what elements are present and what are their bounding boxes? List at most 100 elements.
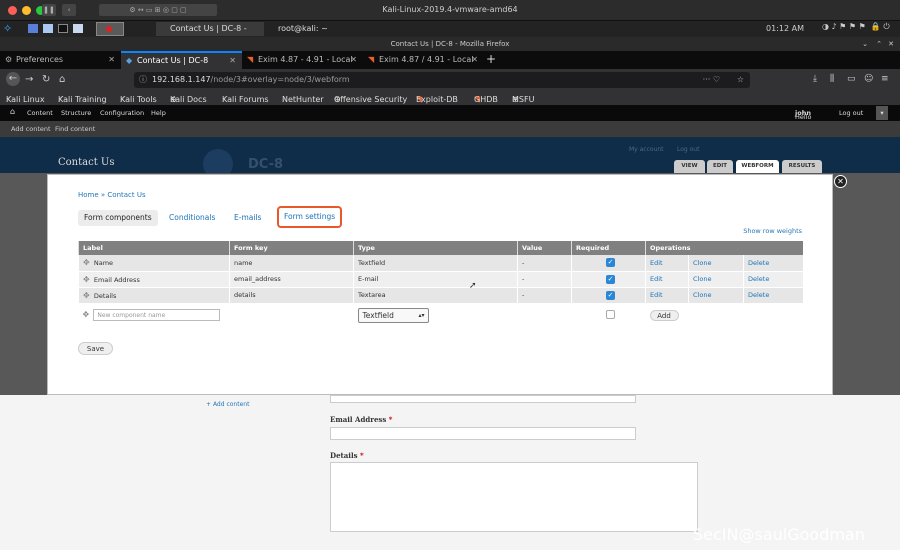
vm-title: Kali-Linux-2019.4-vmware-amd64 <box>382 5 518 14</box>
value-cell: - <box>517 287 572 304</box>
required-checkbox[interactable]: ✓ <box>606 274 615 284</box>
tab-exim-1[interactable]: ◥ Exim 4.87 - 4.91 - Local ✕ <box>242 51 363 69</box>
new-type-cell: Textfield ▴▾ <box>353 303 518 328</box>
new-component-name-input[interactable]: New component name <box>93 309 221 321</box>
required-checkbox[interactable]: ✓ <box>606 258 615 268</box>
email-address-input[interactable] <box>330 427 636 440</box>
toolbar-logout[interactable]: Log out <box>839 109 863 117</box>
col-label: Label <box>78 241 230 255</box>
tab-form-settings[interactable]: Form settings <box>277 206 343 228</box>
toolbar-greeting: Hello john <box>795 109 812 121</box>
url-field[interactable]: ⓘ 192.168.1.147/node/3#overlay=node/3/web… <box>134 72 750 88</box>
drag-handle-icon[interactable]: ✥ <box>83 310 90 319</box>
gear-icon: ⚙ <box>5 55 13 64</box>
site-page-title: Contact Us <box>58 157 115 168</box>
close-tab-icon[interactable]: ✕ <box>471 51 478 69</box>
details-label: Details * <box>330 451 364 460</box>
show-row-weights-link[interactable]: Show row weights <box>743 227 802 235</box>
clock[interactable]: 01:12 AM <box>766 24 804 33</box>
component-type-select[interactable]: Textfield ▴▾ <box>357 307 429 323</box>
terminal-icon[interactable] <box>58 24 68 33</box>
toolbar-content[interactable]: Content <box>27 109 53 117</box>
shortcut-add-content[interactable]: Add content <box>11 125 51 133</box>
toolbar-structure[interactable]: Structure <box>61 109 91 117</box>
close-icon[interactable]: ✕ <box>888 37 894 51</box>
tab-contact-us[interactable]: ◆ Contact Us | DC-8 ✕ <box>121 51 242 69</box>
edit-link[interactable]: Edit <box>645 287 689 304</box>
edit-link[interactable]: Edit <box>645 271 689 288</box>
clone-link[interactable]: Clone <box>688 271 744 288</box>
close-tab-icon[interactable]: ✕ <box>350 51 357 69</box>
forward-button[interactable]: → <box>25 74 33 85</box>
drag-handle-icon[interactable]: ✥ <box>83 291 90 300</box>
new-value-cell <box>517 303 572 328</box>
tab-results[interactable]: RESULTS <box>782 160 822 173</box>
tab-preferences[interactable]: ⚙ Preferences ✕ <box>0 51 121 69</box>
page-actions-icon[interactable]: ··· ♡ <box>703 72 720 88</box>
tab-e-mails[interactable]: E-mails <box>228 210 267 226</box>
taskbar-terminal[interactable]: root@kali: ~ <box>264 22 374 36</box>
home-button[interactable]: ⌂ <box>59 74 65 85</box>
tab-conditionals[interactable]: Conditionals <box>163 210 221 226</box>
type-cell: Textarea <box>353 287 518 304</box>
kali-menu-icon[interactable]: ✧ <box>3 22 12 35</box>
maximize-icon[interactable]: ⌃ <box>876 37 882 51</box>
record-icon <box>106 26 112 32</box>
system-tray-icons[interactable]: ◑ ♪ ⚑ ⚑ ⚑ 🔒 ⏻ <box>822 22 890 32</box>
name-field-bottom[interactable] <box>330 395 636 403</box>
downloads-icon[interactable]: ⤓ <box>813 74 817 84</box>
close-tab-icon[interactable]: ✕ <box>229 53 236 69</box>
table-row: ✥ Email Address email_address E-mail - ✓… <box>78 271 803 288</box>
toolbar-help[interactable]: Help <box>151 109 166 117</box>
bookmark-star-icon[interactable]: ☆ <box>737 72 744 88</box>
minimize-icon[interactable]: ⌄ <box>862 37 868 51</box>
add-content-link[interactable]: + Add content <box>206 401 249 408</box>
back-button[interactable]: ← <box>6 72 20 86</box>
details-textarea[interactable] <box>330 462 698 532</box>
mouse-cursor-icon: ➚ <box>469 281 477 291</box>
save-button[interactable]: Save <box>78 342 113 355</box>
tab-exim-2[interactable]: ◥ Exim 4.87 / 4.91 - Local ✕ <box>363 51 484 69</box>
tab-form-components[interactable]: Form components <box>78 210 158 226</box>
files-icon[interactable] <box>43 24 53 33</box>
tab-view[interactable]: VIEW <box>674 160 705 173</box>
toolbar-configuration[interactable]: Configuration <box>100 109 144 117</box>
home-icon[interactable]: ⌂ <box>10 107 15 116</box>
delete-link[interactable]: Delete <box>743 255 803 272</box>
toolbar-toggle-icon[interactable]: ▾ <box>876 106 888 120</box>
new-tab-button[interactable]: + <box>486 52 496 66</box>
delete-link[interactable]: Delete <box>743 287 803 304</box>
taskbar-firefox[interactable]: Contact Us | DC-8 - Moz... <box>156 22 264 47</box>
delete-link[interactable]: Delete <box>743 271 803 288</box>
col-required: Required <box>571 241 646 255</box>
breadcrumb[interactable]: Home » Contact Us <box>78 191 146 199</box>
tab-edit[interactable]: EDIT <box>707 160 733 173</box>
drag-handle-icon[interactable]: ✥ <box>83 275 90 284</box>
clone-link[interactable]: Clone <box>688 287 744 304</box>
bookmarks-bar: ⟋ Kali Linux ⟋ Kali Training ⟋ Kali Tool… <box>0 91 900 105</box>
label-cell: ✥ Details <box>78 287 230 304</box>
browser-icon[interactable] <box>73 24 83 33</box>
reload-button[interactable]: ↻ <box>42 74 50 85</box>
type-cell: Textfield <box>353 255 518 272</box>
edit-link[interactable]: Edit <box>645 255 689 272</box>
close-overlay-button[interactable]: ✕ <box>834 175 847 188</box>
components-table: Label Form key Type Value Required Opera… <box>78 241 803 328</box>
library-icon[interactable]: ⫼ <box>830 74 834 84</box>
desktop-icon[interactable] <box>28 24 38 33</box>
close-tab-icon[interactable]: ✕ <box>108 51 115 69</box>
new-required-checkbox[interactable] <box>606 309 615 319</box>
tab-webform[interactable]: WEBFORM <box>736 160 779 173</box>
my-account-link[interactable]: My account <box>629 146 664 153</box>
account-icon[interactable]: ☺ <box>864 74 873 84</box>
add-button[interactable]: Add <box>649 309 679 321</box>
log-out-link[interactable]: Log out <box>677 146 699 153</box>
exploit-db-icon: ◥ <box>247 55 254 64</box>
sidebar-icon[interactable]: ▭ <box>847 74 856 84</box>
drupal-icon: ◆ <box>126 56 133 65</box>
menu-icon[interactable]: ≡ <box>881 74 889 84</box>
shortcut-find-content[interactable]: Find content <box>55 125 95 133</box>
required-checkbox[interactable]: ✓ <box>606 290 615 300</box>
clone-link[interactable]: Clone <box>688 255 744 272</box>
drag-handle-icon[interactable]: ✥ <box>83 258 90 267</box>
